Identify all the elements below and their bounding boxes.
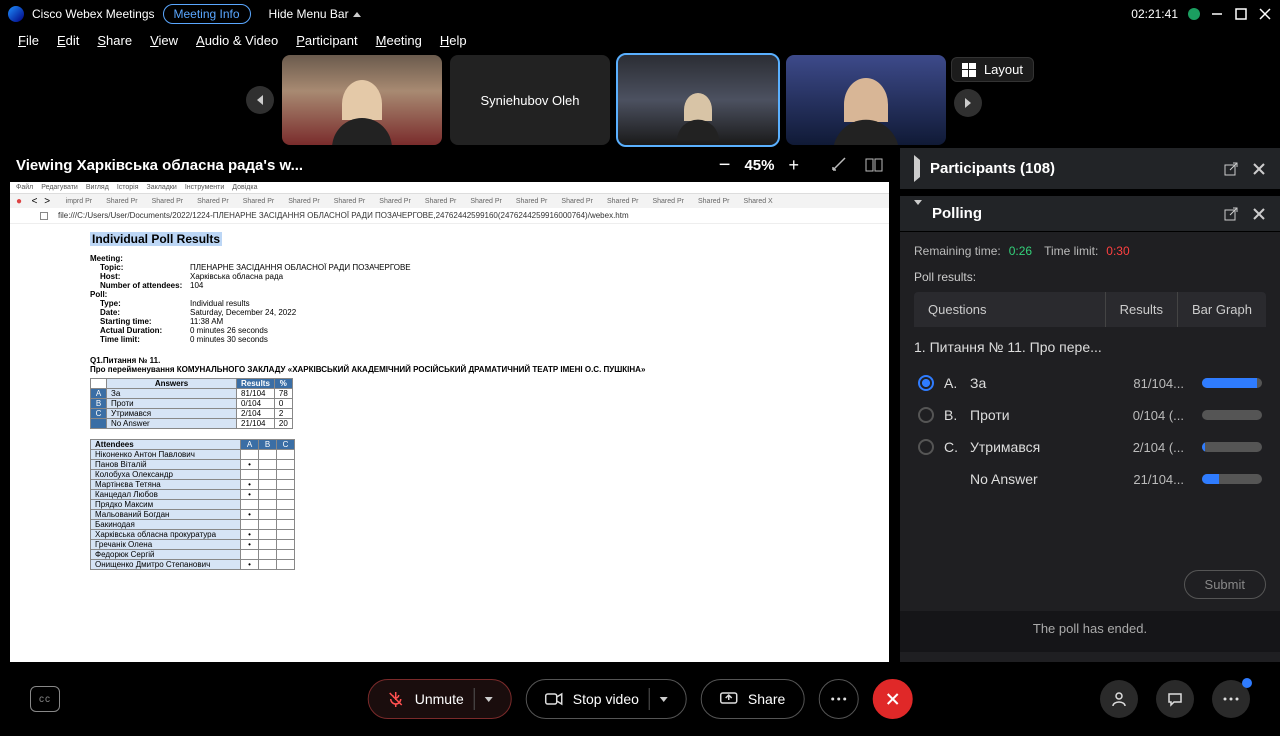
chevron-left-icon: [257, 95, 263, 105]
menu-meeting[interactable]: Meeting: [376, 33, 422, 48]
panels-button[interactable]: [1212, 680, 1250, 718]
video-tile-1[interactable]: [282, 55, 442, 145]
zoom-in-button[interactable]: +: [788, 155, 799, 176]
meeting-timer: 02:21:41: [1131, 7, 1178, 21]
menu-help[interactable]: Help: [440, 33, 467, 48]
video-tile-3[interactable]: [618, 55, 778, 145]
radio-icon: [918, 439, 934, 455]
home-icon: [40, 212, 48, 220]
popout-icon[interactable]: [1224, 162, 1238, 176]
video-tile-4[interactable]: [786, 55, 946, 145]
url-text: file:///C:/Users/User/Documents/2022/122…: [58, 211, 629, 220]
app-name: Cisco Webex Meetings: [32, 7, 155, 21]
unmute-button[interactable]: Unmute: [368, 679, 512, 719]
poll-timer: Remaining time: 0:26 Time limit: 0:30: [914, 232, 1266, 270]
meeting-info-button[interactable]: Meeting Info: [163, 4, 251, 24]
video-tile-2[interactable]: Syniehubov Oleh: [450, 55, 610, 145]
chevron-right-icon: [965, 98, 971, 108]
menu-view[interactable]: View: [150, 33, 178, 48]
tab-questions[interactable]: Questions: [914, 292, 1105, 327]
shared-content-area: Viewing Харківська обласна рада's w... −…: [0, 148, 900, 662]
tab-results[interactable]: Results: [1105, 292, 1177, 327]
minimize-button[interactable]: [1210, 7, 1224, 21]
layout-grid-icon: [962, 63, 976, 77]
share-screen-icon: [720, 692, 738, 706]
participants-panel-header[interactable]: Participants (108): [900, 148, 1280, 190]
shared-browser-window[interactable]: ФайлРедагуватиВиглядІсторіяЗакладкиІнстр…: [10, 182, 889, 662]
video-filmstrip: Syniehubov Oleh Layout: [0, 52, 1280, 148]
poll-option[interactable]: C. Утримався 2/104 (...: [914, 431, 1266, 463]
hide-menu-bar-button[interactable]: Hide Menu Bar: [269, 7, 361, 21]
radio-icon: [918, 375, 934, 391]
webex-logo-icon: [8, 6, 24, 22]
stop-video-button[interactable]: Stop video: [526, 679, 687, 719]
chevron-down-icon[interactable]: [485, 697, 493, 702]
poll-option[interactable]: A. За 81/104...: [914, 367, 1266, 399]
viewing-label: Viewing Харківська обласна рада's w...: [16, 157, 303, 174]
tab-bar-graph[interactable]: Bar Graph: [1177, 292, 1266, 327]
popout-icon[interactable]: [1224, 207, 1238, 221]
poll-results-label: Poll results:: [914, 270, 1266, 292]
more-options-button[interactable]: [818, 679, 858, 719]
close-panel-icon[interactable]: [1252, 162, 1266, 176]
radio-icon: [918, 407, 934, 423]
menu-share[interactable]: Share: [97, 33, 132, 48]
submit-button[interactable]: Submit: [1184, 570, 1266, 599]
menu-participant[interactable]: Participant: [296, 33, 357, 48]
side-by-side-icon[interactable]: [865, 156, 883, 174]
participants-button[interactable]: [1100, 680, 1138, 718]
doc-title: Individual Poll Results: [90, 232, 222, 246]
poll-ended-text: The poll has ended.: [900, 611, 1280, 652]
menu-audio-video[interactable]: Audio & Video: [196, 33, 278, 48]
side-panel: Participants (108) Polling Remaining tim…: [900, 148, 1280, 662]
layout-button[interactable]: Layout: [951, 57, 1034, 82]
closed-captions-button[interactable]: cc: [30, 686, 60, 712]
network-status-icon[interactable]: [1188, 8, 1200, 20]
menu-file[interactable]: File: [18, 33, 39, 48]
zoom-out-button[interactable]: −: [719, 154, 731, 177]
control-bar: cc Unmute Stop video Share: [0, 662, 1280, 736]
menu-bar: File Edit Share View Audio & Video Parti…: [0, 28, 1280, 52]
chevron-up-icon: [353, 12, 361, 17]
poll-tabs: Questions Results Bar Graph: [914, 292, 1266, 327]
annotate-icon[interactable]: [831, 156, 849, 174]
poll-option[interactable]: B. Проти 0/104 (...: [914, 399, 1266, 431]
zoom-level: 45%: [744, 157, 774, 174]
chevron-down-icon: [914, 205, 922, 222]
poll-question: 1. Питання № 11. Про пере...: [914, 327, 1266, 367]
close-button[interactable]: [1258, 7, 1272, 21]
mic-muted-icon: [387, 690, 405, 708]
filmstrip-prev-button[interactable]: [246, 86, 274, 114]
share-button[interactable]: Share: [701, 679, 804, 719]
chevron-right-icon: [914, 160, 920, 177]
title-bar: Cisco Webex Meetings Meeting Info Hide M…: [0, 0, 1280, 28]
polling-panel-header[interactable]: Polling: [900, 190, 1280, 232]
close-panel-icon[interactable]: [1252, 207, 1266, 221]
poll-option[interactable]: No Answer 21/104...: [914, 463, 1266, 495]
chat-button[interactable]: [1156, 680, 1194, 718]
leave-meeting-button[interactable]: [872, 679, 912, 719]
camera-icon: [545, 692, 563, 706]
chevron-down-icon[interactable]: [660, 697, 668, 702]
maximize-button[interactable]: [1234, 7, 1248, 21]
menu-edit[interactable]: Edit: [57, 33, 79, 48]
filmstrip-next-button[interactable]: [954, 89, 982, 117]
